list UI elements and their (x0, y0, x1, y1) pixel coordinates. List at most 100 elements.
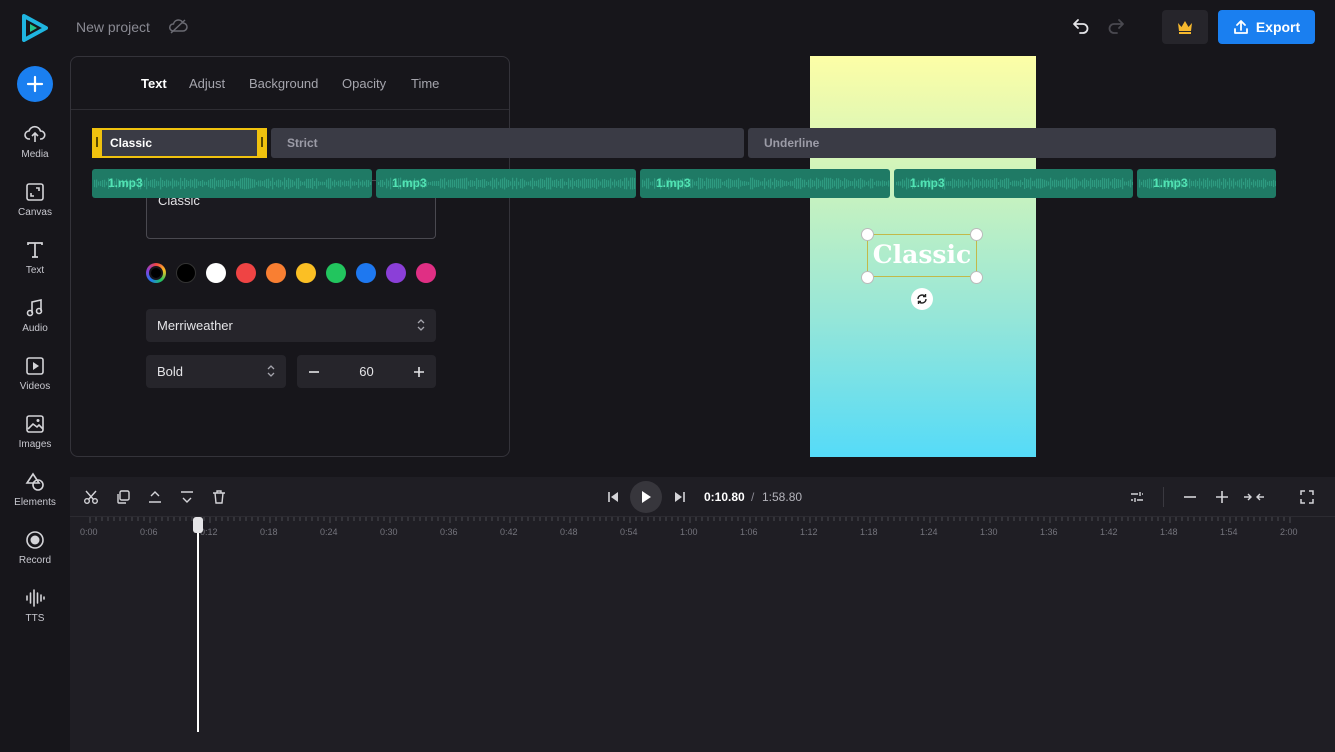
sidebar-item-record[interactable]: Record (5, 530, 65, 578)
waveform-bar (1149, 178, 1151, 189)
skip-forward-icon[interactable] (674, 489, 686, 505)
tab-time[interactable]: Time (411, 76, 439, 91)
trim-handle-left[interactable] (92, 128, 102, 158)
swatch-black[interactable] (176, 263, 196, 283)
fullscreen-icon[interactable] (1299, 489, 1315, 505)
waveform-bar (852, 181, 854, 186)
text-clip-strict[interactable]: Strict (271, 128, 744, 158)
font-family-select[interactable]: Merriweather (146, 309, 436, 342)
swatch-white[interactable] (206, 263, 226, 283)
trash-icon[interactable] (211, 489, 227, 505)
export-button[interactable]: Export (1218, 10, 1315, 44)
tab-adjust[interactable]: Adjust (189, 76, 225, 91)
waveform-bar (854, 178, 856, 189)
canvas-text-layer[interactable]: Classic (867, 240, 977, 269)
tab-opacity[interactable]: Opacity (342, 76, 386, 91)
zoom-in-icon[interactable] (1214, 489, 1230, 505)
waveform-bar (1052, 180, 1054, 187)
waveform-bar (1092, 180, 1094, 187)
waveform-bar (476, 178, 478, 189)
resize-handle-top-right[interactable] (970, 228, 983, 241)
rotate-handle[interactable] (911, 288, 933, 310)
zoom-out-icon[interactable] (1182, 489, 1198, 505)
waveform-bar (328, 178, 330, 189)
waveform-bar (768, 179, 770, 188)
waveform-bar (1012, 180, 1014, 187)
fit-timeline-icon[interactable] (1243, 489, 1265, 505)
waveform-bar (562, 178, 564, 189)
swatch-red[interactable] (236, 263, 256, 283)
waveform-bar (512, 177, 514, 190)
swatch-blue[interactable] (356, 263, 376, 283)
duplicate-icon[interactable] (115, 489, 131, 505)
waveform-bar (348, 180, 350, 187)
audio-clip[interactable]: 1.mp3 (92, 169, 372, 198)
move-up-icon[interactable] (147, 489, 163, 505)
waveform-bar (546, 177, 548, 190)
playhead-handle[interactable] (193, 517, 203, 533)
app-logo[interactable] (22, 14, 48, 42)
add-button[interactable] (17, 66, 53, 102)
tab-text[interactable]: Text (141, 76, 167, 91)
audio-clip[interactable]: 1.mp3 (894, 169, 1133, 198)
swatch-yellow[interactable] (296, 263, 316, 283)
waveform-bar (816, 177, 818, 190)
waveform-bar (468, 181, 470, 186)
waveform-bar (1195, 179, 1197, 188)
sidebar-item-audio[interactable]: Audio (5, 298, 65, 346)
adjust-sliders-icon[interactable] (1129, 489, 1145, 505)
swatch-green[interactable] (326, 263, 346, 283)
waveform-bar (760, 181, 762, 186)
waveform-bar (492, 177, 494, 190)
waveform-bar (284, 177, 286, 190)
resize-handle-bottom-left[interactable] (861, 271, 874, 284)
waveform-bar (952, 178, 954, 189)
sidebar-item-canvas[interactable]: Canvas (5, 182, 65, 230)
scissors-icon[interactable] (83, 489, 99, 505)
cloud-sync-icon (168, 17, 188, 35)
clip-label: 1.mp3 (108, 176, 143, 190)
waveform-bar (586, 179, 588, 188)
audio-clip[interactable]: 1.mp3 (640, 169, 890, 198)
redo-icon[interactable] (1106, 16, 1126, 36)
swatch-orange[interactable] (266, 263, 286, 283)
waveform-bar (578, 179, 580, 188)
resize-handle-bottom-right[interactable] (970, 271, 983, 284)
waveform-bar (456, 178, 458, 189)
skip-back-icon[interactable] (607, 489, 619, 505)
waveform-bar (240, 178, 242, 189)
sidebar-item-media[interactable]: Media (5, 124, 65, 172)
waveform-bar (1205, 179, 1207, 188)
text-properties-panel: Text Adjust Background Opacity Time Clas… (70, 56, 510, 457)
resize-handle-top-left[interactable] (861, 228, 874, 241)
tab-background[interactable]: Background (249, 76, 318, 91)
text-clip-underline[interactable]: Underline (748, 128, 1276, 158)
plus-icon[interactable] (413, 366, 425, 378)
waveform-bar (204, 181, 206, 186)
swatch-purple[interactable] (386, 263, 406, 283)
sidebar-item-elements[interactable]: Elements (5, 472, 65, 520)
waveform-bar (1243, 181, 1245, 186)
premium-button[interactable] (1162, 10, 1208, 44)
play-button[interactable] (630, 481, 662, 513)
sidebar-item-tts[interactable]: TTS (5, 588, 65, 636)
move-down-icon[interactable] (179, 489, 195, 505)
waveform-bar (634, 177, 636, 190)
audio-clip[interactable]: 1.mp3 (1137, 169, 1276, 198)
project-title[interactable]: New project (76, 19, 150, 35)
waveform-bar (154, 178, 156, 189)
sidebar-item-images[interactable]: Images (5, 414, 65, 462)
waveform-bar (522, 178, 524, 189)
waveform-bar (818, 179, 820, 188)
waveform-bar (1145, 180, 1147, 187)
swatch-pink[interactable] (416, 263, 436, 283)
font-weight-select[interactable]: Bold (146, 355, 286, 388)
sidebar-item-videos[interactable]: Videos (5, 356, 65, 404)
sidebar-item-text[interactable]: Text (5, 240, 65, 288)
text-clip-classic[interactable]: Classic (92, 128, 267, 158)
color-picker-icon[interactable] (146, 263, 166, 283)
trim-handle-right[interactable] (257, 128, 267, 158)
audio-clip[interactable]: 1.mp3 (376, 169, 636, 198)
waveform-bar (810, 178, 812, 189)
undo-icon[interactable] (1071, 16, 1091, 36)
